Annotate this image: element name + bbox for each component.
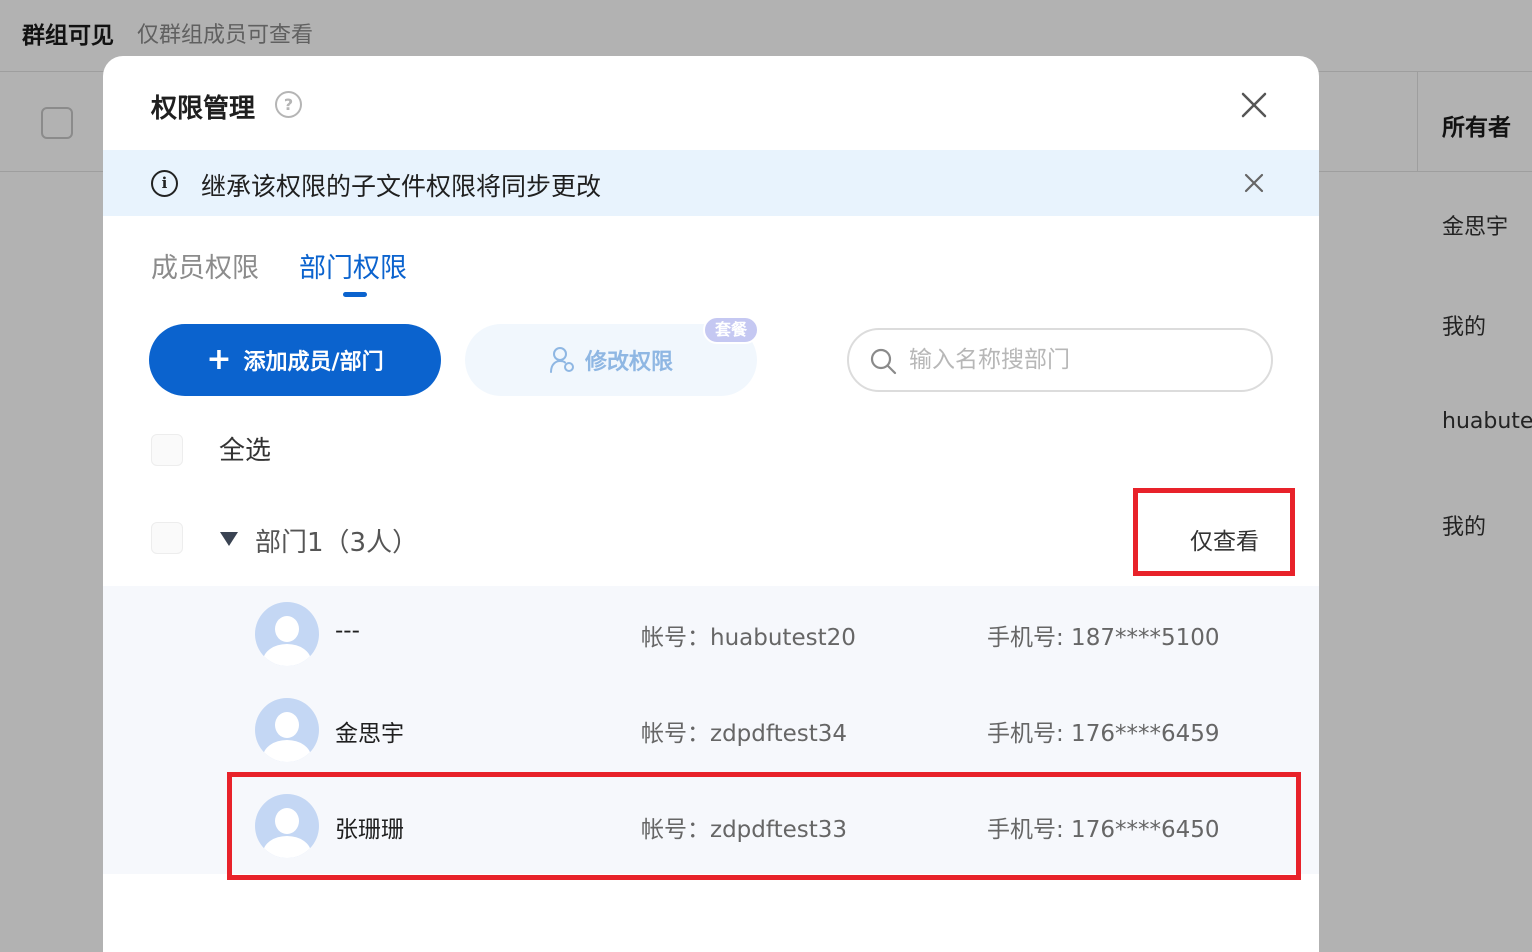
close-icon bbox=[1241, 92, 1267, 118]
search-icon bbox=[870, 348, 897, 375]
avatar-body bbox=[263, 740, 311, 762]
member-name: --- bbox=[335, 618, 360, 644]
department-name: 部门1（3人） bbox=[255, 528, 419, 558]
modal-title: 权限管理 bbox=[151, 94, 256, 124]
add-member-department-button[interactable]: + 添加成员/部门 bbox=[149, 324, 441, 396]
member-account: 帐号：huabutest20 bbox=[641, 625, 856, 651]
avatar-body bbox=[263, 644, 311, 666]
modal-close-button[interactable] bbox=[1239, 90, 1269, 120]
active-tab-indicator bbox=[343, 292, 367, 297]
plus-icon: + bbox=[206, 342, 232, 377]
department-search-box bbox=[847, 328, 1273, 392]
avatar bbox=[255, 602, 319, 666]
avatar-head bbox=[275, 712, 299, 738]
department-checkbox[interactable] bbox=[151, 522, 183, 554]
select-all-checkbox[interactable] bbox=[151, 434, 183, 466]
member-account: 帐号：zdpdftest34 bbox=[641, 721, 848, 747]
help-icon[interactable]: ? bbox=[275, 91, 302, 118]
close-icon bbox=[1244, 173, 1264, 193]
tab-member-permission[interactable]: 成员权限 bbox=[151, 246, 259, 285]
notice-bar: i 继承该权限的子文件权限将同步更改 bbox=[103, 150, 1319, 216]
highlight-box-member-row bbox=[227, 772, 1301, 880]
notice-close-button[interactable] bbox=[1243, 172, 1265, 194]
highlight-box-permission bbox=[1133, 488, 1295, 576]
notice-text: 继承该权限的子文件权限将同步更改 bbox=[201, 172, 602, 201]
modify-button-label: 修改权限 bbox=[584, 350, 673, 375]
avatar-head bbox=[275, 616, 299, 642]
user-settings-icon bbox=[549, 347, 574, 373]
add-button-label: 添加成员/部门 bbox=[243, 350, 384, 375]
member-name: 金思宇 bbox=[335, 721, 404, 747]
member-row: --- 帐号：huabutest20 手机号: 187****5100 bbox=[103, 586, 1319, 682]
plan-badge: 套餐 bbox=[703, 316, 760, 344]
tab-department-permission[interactable]: 部门权限 bbox=[299, 246, 407, 285]
permission-modal: 权限管理 ? i 继承该权限的子文件权限将同步更改 成员权限 部门权限 + 添加… bbox=[103, 56, 1319, 952]
member-phone: 手机号: 187****5100 bbox=[987, 625, 1220, 651]
member-phone: 手机号: 176****6459 bbox=[987, 721, 1220, 747]
info-icon: i bbox=[151, 170, 178, 197]
avatar bbox=[255, 698, 319, 762]
member-row: 金思宇 帐号：zdpdftest34 手机号: 176****6459 bbox=[103, 682, 1319, 778]
select-all-label: 全选 bbox=[219, 436, 272, 466]
caret-down-icon[interactable] bbox=[220, 532, 238, 546]
search-input[interactable] bbox=[909, 342, 1249, 378]
